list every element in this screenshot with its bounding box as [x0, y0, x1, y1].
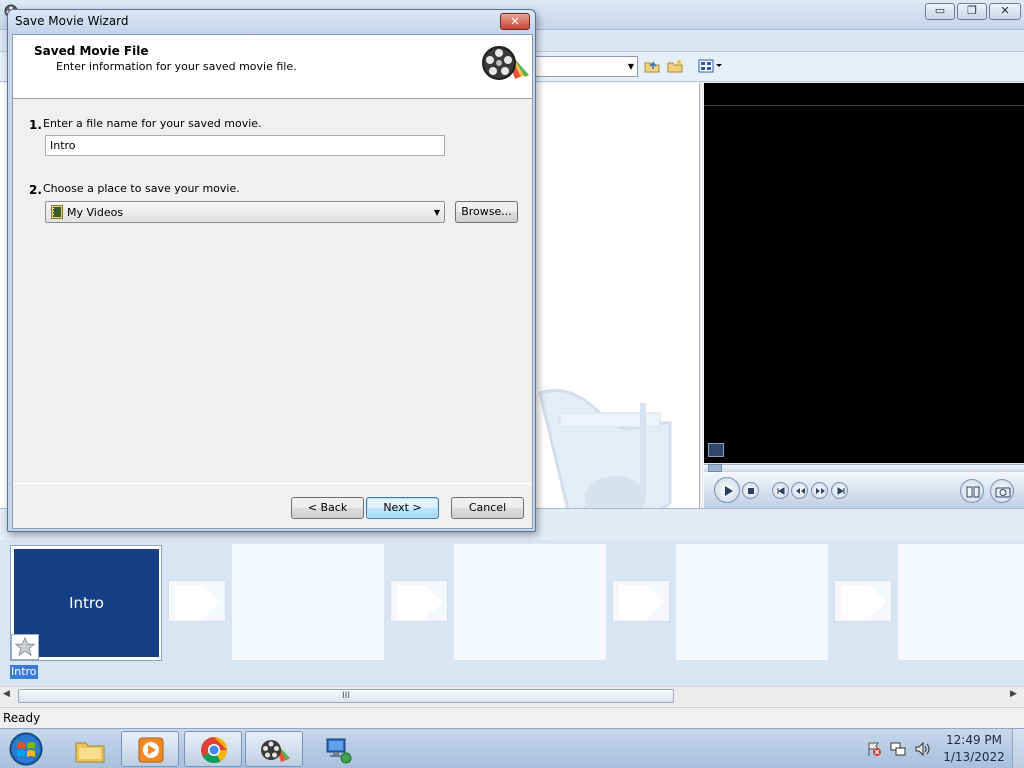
browse-button[interactable]: Browse...: [455, 201, 518, 223]
clock-time[interactable]: 12:49 PM: [942, 733, 1006, 747]
transition-slot[interactable]: [168, 580, 226, 622]
transition-arrow-icon: [175, 585, 221, 619]
save-location-dropdown[interactable]: My Videos ▼: [45, 201, 445, 223]
show-desktop-button[interactable]: [1012, 729, 1024, 768]
save-movie-wizard-dialog: Save Movie Wizard ✕ Saved Movie File Ent…: [7, 9, 536, 532]
transition-arrow-icon: [841, 585, 887, 619]
chevron-down-icon: ▼: [627, 62, 634, 71]
up-folder-icon[interactable]: [643, 58, 661, 74]
cancel-button[interactable]: Cancel: [451, 497, 524, 519]
taskbar-google-chrome[interactable]: [184, 731, 242, 767]
wizard-header: Saved Movie File Enter information for y…: [13, 35, 532, 99]
chevron-down-icon: ▼: [433, 208, 440, 217]
wizard-header-title: Saved Movie File: [34, 44, 149, 58]
transition-slot[interactable]: [612, 580, 670, 622]
next-button[interactable]: Next >: [366, 497, 439, 519]
videos-folder-icon: [51, 205, 63, 219]
horizontal-scrollbar[interactable]: ◀ III ▶: [0, 686, 1024, 706]
fast-forward-icon: [816, 488, 825, 494]
preview-screen: [704, 83, 1024, 463]
camera-icon: [995, 487, 1011, 498]
player-controls: [704, 472, 1024, 508]
close-window-button[interactable]: ✕: [989, 3, 1021, 20]
play-button[interactable]: [714, 477, 740, 503]
step-2-number: 2.: [29, 183, 42, 197]
restore-button[interactable]: ❐: [957, 3, 987, 20]
volume-icon[interactable]: [914, 741, 932, 757]
previous-frame-button[interactable]: [772, 482, 789, 499]
movie-reel-icon: [482, 46, 529, 80]
star-icon: [11, 634, 39, 660]
fast-forward-button[interactable]: [811, 482, 828, 499]
stop-icon: [748, 488, 754, 494]
new-folder-icon[interactable]: [666, 58, 684, 74]
scrollbar-thumb[interactable]: III: [18, 689, 674, 703]
seek-thumb[interactable]: [708, 464, 722, 472]
next-frame-button[interactable]: [831, 482, 848, 499]
collections-dropdown[interactable]: ▼: [532, 56, 638, 77]
dialog-body: Saved Movie File Enter information for y…: [12, 34, 533, 529]
play-icon: [725, 486, 733, 496]
footer-divider: [13, 483, 532, 484]
action-center-flag-icon[interactable]: [866, 741, 882, 757]
network-computer-icon: [326, 738, 352, 764]
taskbar: 12:49 PM 1/13/2022: [0, 728, 1024, 768]
transition-slot[interactable]: [390, 580, 448, 622]
chrome-icon: [201, 737, 228, 764]
dialog-title: Save Movie Wizard: [15, 14, 129, 28]
taskbar-windows-explorer[interactable]: [60, 731, 118, 767]
status-text: Ready: [3, 711, 41, 725]
movie-reel-icon: [261, 740, 290, 762]
folder-icon: [75, 742, 105, 763]
fullscreen-icon[interactable]: [708, 443, 724, 457]
dialog-title-bar[interactable]: Save Movie Wizard ✕: [8, 10, 535, 34]
preview-monitor: [704, 83, 1024, 508]
preview-divider: [704, 105, 1024, 106]
back-button[interactable]: < Back: [291, 497, 364, 519]
storyboard-empty-slot[interactable]: [232, 544, 384, 660]
stop-button[interactable]: [742, 482, 759, 499]
save-location-label: Choose a place to save your movie.: [43, 182, 240, 195]
filename-input[interactable]: [45, 135, 445, 156]
previous-frame-icon: [777, 487, 785, 495]
status-bar: Ready: [0, 707, 1024, 728]
rewind-button[interactable]: [791, 482, 808, 499]
minimize-button[interactable]: ▭: [925, 3, 955, 20]
storyboard-clip[interactable]: Intro: [10, 545, 162, 661]
start-orb-icon[interactable]: [6, 731, 46, 767]
dialog-close-button[interactable]: ✕: [500, 13, 530, 30]
clip-caption[interactable]: Intro: [10, 665, 38, 679]
taskbar-windows-media-player[interactable]: [121, 731, 179, 767]
scroll-left-icon[interactable]: ◀: [3, 689, 10, 699]
views-icon[interactable]: [698, 58, 724, 74]
wizard-header-subtitle: Enter information for your saved movie f…: [56, 60, 297, 73]
transition-arrow-icon: [619, 585, 665, 619]
seek-bar[interactable]: [704, 464, 1024, 472]
storyboard-empty-slot[interactable]: [898, 544, 1024, 660]
scroll-right-icon[interactable]: ▶: [1010, 689, 1017, 699]
clock-date[interactable]: 1/13/2022: [942, 750, 1006, 764]
rewind-icon: [796, 488, 805, 494]
take-picture-button[interactable]: [990, 479, 1014, 503]
transition-arrow-icon: [397, 585, 443, 619]
save-location-value: My Videos: [67, 206, 124, 219]
storyboard: Intro Intro: [0, 540, 1024, 686]
system-tray: [862, 735, 942, 763]
network-status-icon[interactable]: [890, 741, 906, 757]
split-icon: [966, 486, 980, 498]
next-frame-icon: [837, 487, 845, 495]
transition-slot[interactable]: [834, 580, 892, 622]
storyboard-empty-slot[interactable]: [676, 544, 828, 660]
step-1-number: 1.: [29, 118, 42, 132]
media-player-icon: [138, 737, 164, 763]
taskbar-network[interactable]: [308, 731, 366, 767]
storyboard-empty-slot[interactable]: [454, 544, 606, 660]
split-clip-button[interactable]: [960, 479, 984, 503]
filename-label: Enter a file name for your saved movie.: [43, 117, 262, 130]
taskbar-windows-movie-maker[interactable]: [245, 731, 303, 767]
